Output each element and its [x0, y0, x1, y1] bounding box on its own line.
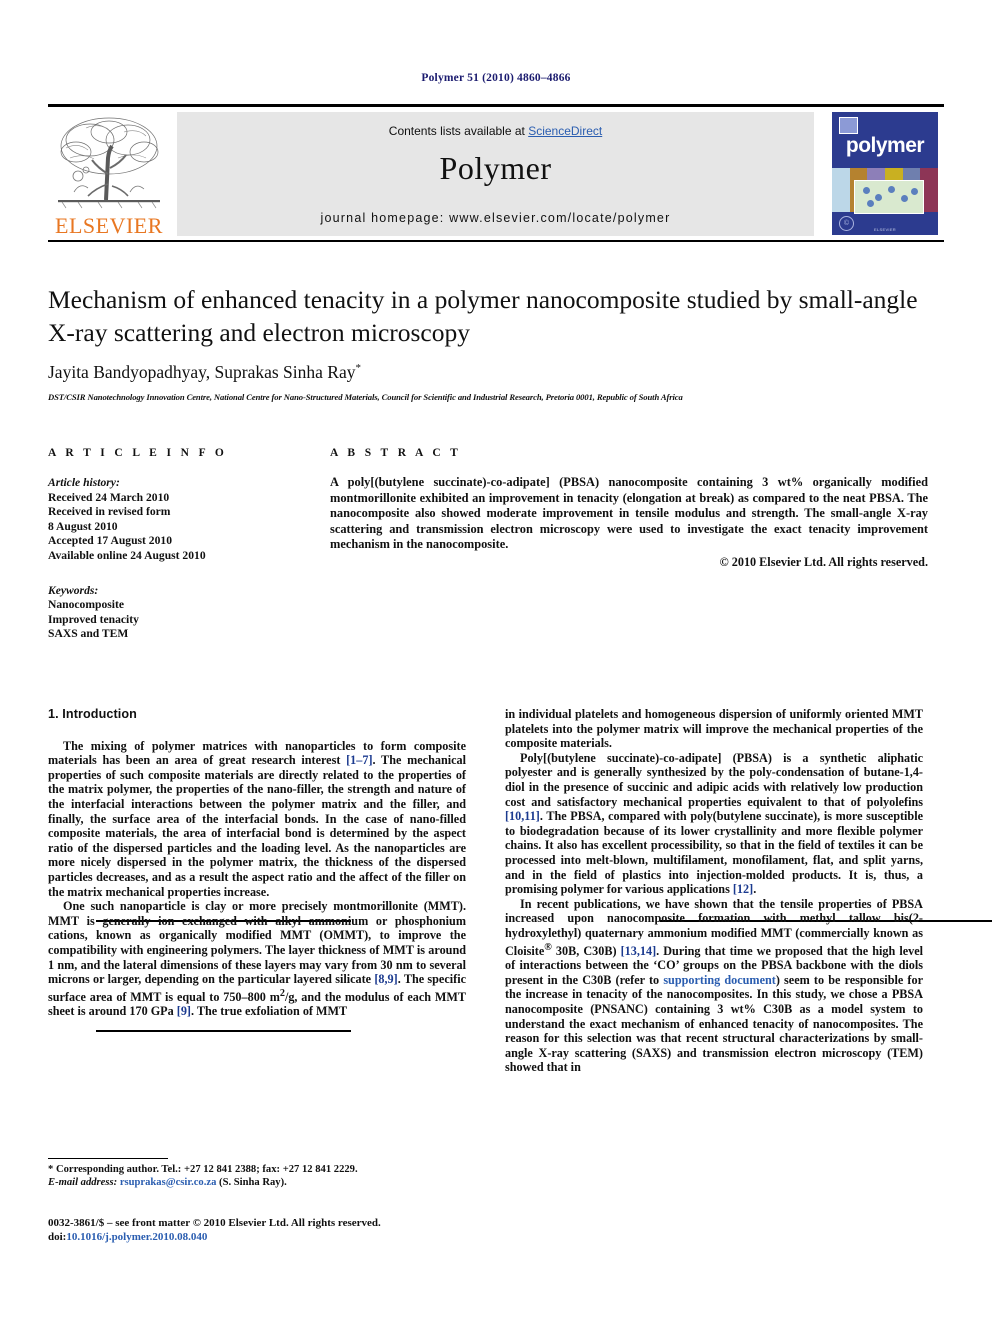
section-heading-introduction: 1. Introduction — [48, 707, 137, 721]
citation-ref[interactable]: [9] — [177, 1004, 191, 1018]
paragraph-text: . The mechanical properties of such comp… — [48, 753, 466, 899]
imprint-block: 0032-3861/$ – see front matter © 2010 El… — [48, 1216, 488, 1244]
paragraph-text: . The true exfoliation of MMT — [191, 1004, 348, 1019]
doi-label: doi: — [48, 1231, 67, 1243]
footnote-text: Corresponding author. Tel.: +27 12 841 2… — [53, 1164, 358, 1175]
keywords-rule — [96, 1030, 351, 1032]
paragraph-text: Poly[(butylene succinate)-co-adipate] (P… — [505, 750, 923, 809]
article-info-heading: A R T I C L E I N F O — [48, 447, 228, 459]
abstract-rights: © 2010 Elsevier Ltd. All rights reserved… — [719, 554, 928, 569]
cover-title: polymer — [845, 134, 925, 157]
keyword-item: Improved tenacity — [48, 612, 139, 626]
paragraph-text: 30B, C30B) — [551, 943, 621, 958]
supporting-document-link[interactable]: supporting document — [663, 973, 776, 987]
article-info-block: A R T I C L E I N F O Article history: R… — [48, 447, 351, 1032]
citation-ref[interactable]: [8,9] — [374, 972, 397, 986]
elsevier-logo: ELSEVIER — [48, 110, 170, 237]
paragraph: In recent publications, we have shown th… — [505, 897, 923, 1075]
paragraph-text: ) seem to be responsible for the increas… — [505, 972, 923, 1075]
paragraph-text: in individual platelets and homogeneous … — [505, 707, 923, 751]
cover-inset-image — [854, 180, 924, 214]
keywords-block: Keywords: Nanocomposite Improved tenacit… — [48, 584, 303, 642]
citation-ref[interactable]: [10,11] — [505, 809, 540, 823]
abstract-heading: A B S T R A C T — [330, 447, 462, 459]
cover-logo-badge — [839, 117, 858, 134]
elsevier-wordmark: ELSEVIER — [55, 213, 163, 238]
keyword-item: Nanocomposite — [48, 598, 124, 612]
history-item: Accepted 17 August 2010 — [48, 534, 172, 548]
abstract-block: A B S T R A C T A poly[(butylene succina… — [330, 447, 992, 922]
citation-ref[interactable]: [12] — [733, 882, 753, 896]
page-title: Mechanism of enhanced tenacity in a poly… — [48, 285, 918, 347]
article-history-label: Article history: — [48, 476, 120, 489]
corresponding-author-note: * Corresponding author. Tel.: +27 12 841… — [48, 1163, 466, 1176]
email-link[interactable]: rsuprakas@csir.co.za — [120, 1177, 217, 1188]
abstract-text: A poly[(butylene succinate)-co-adipate] … — [330, 475, 928, 552]
body-column-left: 1. Introduction The mixing of polymer ma… — [48, 707, 466, 1019]
paragraph: The mixing of polymer matrices with nano… — [48, 739, 466, 900]
elsevier-tree-icon — [56, 114, 162, 212]
issn-line: 0032-3861/$ – see front matter © 2010 El… — [48, 1217, 381, 1229]
footnote-rule — [48, 1158, 168, 1159]
keyword-item: SAXS and TEM — [48, 627, 129, 641]
body-column-right: in individual platelets and homogeneous … — [505, 707, 923, 1075]
citation-ref[interactable]: [1–7] — [346, 753, 372, 767]
citation-ref[interactable]: [13,14] — [621, 944, 657, 958]
corresponding-author-marker: * — [355, 362, 362, 375]
history-item: Available online 24 August 2010 — [48, 548, 206, 562]
paragraph: in individual platelets and homogeneous … — [505, 707, 923, 751]
journal-title: Polymer — [439, 150, 552, 186]
journal-cover-thumbnail[interactable]: polymer © ELSEVIER — [826, 110, 944, 237]
email-note: E-mail address: rsuprakas@csir.co.za (S.… — [48, 1176, 466, 1189]
sciencedirect-link[interactable]: ScienceDirect — [528, 124, 602, 138]
cover-footer-text: ELSEVIER — [874, 227, 896, 232]
journal-header: ELSEVIER Contents lists available at Sci… — [48, 110, 944, 237]
header-bottom-rule — [48, 240, 944, 242]
contents-available-text: Contents lists available at — [388, 124, 529, 138]
footnote-block: * Corresponding author. Tel.: +27 12 841… — [48, 1163, 466, 1190]
paper-page: Polymer 51 (2010) 4860–4866 ELSEVIER Con… — [0, 0, 992, 1323]
history-item: Received 24 March 2010 — [48, 490, 170, 504]
contents-available-line: Contents lists available at ScienceDirec… — [177, 124, 814, 138]
article-history: Article history: Received 24 March 2010 … — [48, 476, 303, 564]
history-item: 8 August 2010 — [48, 519, 118, 533]
running-head: Polymer 51 (2010) 4860–4866 — [421, 72, 571, 84]
paragraph-text: . — [753, 882, 757, 897]
journal-homepage[interactable]: journal homepage: www.elsevier.com/locat… — [177, 211, 814, 225]
header-top-rule — [48, 104, 944, 107]
registered-trademark-superscript: ® — [544, 941, 552, 953]
sciencedirect-band: Contents lists available at ScienceDirec… — [177, 112, 814, 236]
history-item: Received in revised form — [48, 505, 171, 519]
paragraph: One such nanoparticle is clay or more pr… — [48, 899, 466, 1019]
author-list: Jayita Bandyopadhyay, Suprakas Sinha Ray… — [48, 362, 928, 383]
keywords-label: Keywords: — [48, 583, 99, 597]
doi-line: doi:10.1016/j.polymer.2010.08.040 — [48, 1230, 488, 1244]
email-suffix: (S. Sinha Ray). — [216, 1177, 287, 1189]
paragraph-text: . The PBSA, compared with poly(butylene … — [505, 809, 923, 897]
affiliation: DST/CSIR Nanotechnology Innovation Centr… — [48, 392, 683, 402]
journal-cover-image: polymer © ELSEVIER — [832, 112, 938, 235]
author-names: Jayita Bandyopadhyay, Suprakas Sinha Ray — [48, 362, 356, 382]
paragraph: Poly[(butylene succinate)-co-adipate] (P… — [505, 751, 923, 897]
email-label: E-mail address: — [48, 1177, 118, 1189]
doi-link[interactable]: 10.1016/j.polymer.2010.08.040 — [66, 1231, 207, 1243]
